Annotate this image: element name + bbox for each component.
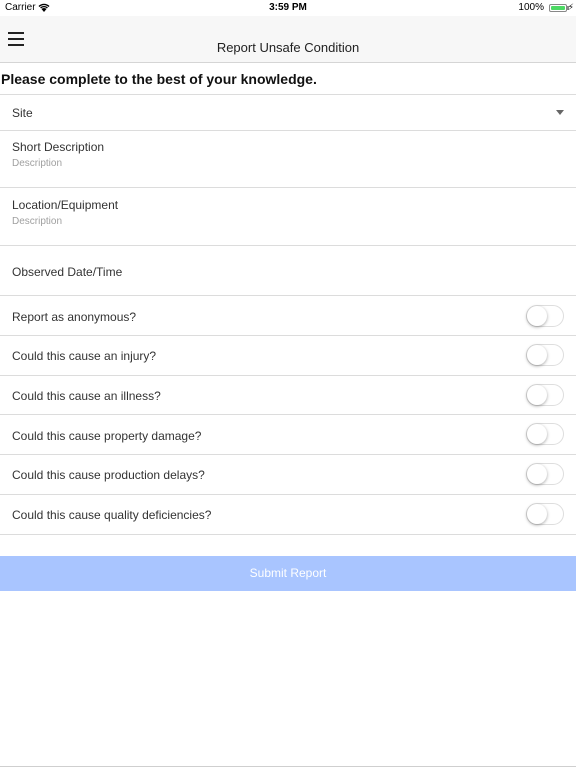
charging-bolt-icon: ⚡	[567, 2, 574, 12]
production-delays-toggle[interactable]	[526, 463, 564, 485]
battery-percentage: 100%	[518, 2, 544, 13]
site-select[interactable]: Site	[0, 95, 576, 131]
toggle-row-production-delays: Could this cause production delays?	[0, 455, 576, 495]
toggle-row-anonymous: Report as anonymous?	[0, 296, 576, 336]
toggle-row-quality-deficiencies: Could this cause quality deficiencies?	[0, 495, 576, 535]
toggle-row-injury: Could this cause an injury?	[0, 336, 576, 376]
illness-toggle[interactable]	[526, 384, 564, 406]
toggle-label: Report as anonymous?	[12, 310, 137, 324]
toggle-row-property-damage: Could this cause property damage?	[0, 415, 576, 455]
quality-deficiencies-toggle[interactable]	[526, 503, 564, 525]
caret-down-icon	[556, 110, 564, 115]
observed-datetime-label: Observed Date/Time	[12, 265, 123, 279]
submit-report-button[interactable]: Submit Report	[0, 556, 576, 591]
toggle-label: Could this cause production delays?	[12, 468, 205, 482]
toggle-label: Could this cause property damage?	[12, 429, 202, 443]
location-equipment-placeholder: Description	[12, 216, 63, 227]
location-equipment-field[interactable]: Location/Equipment Description	[0, 188, 576, 246]
toggle-label: Could this cause an illness?	[12, 389, 161, 403]
divider	[0, 766, 576, 767]
short-description-field[interactable]: Short Description Description	[0, 131, 576, 188]
site-label: Site	[12, 106, 33, 120]
battery-icon	[549, 4, 567, 12]
clock: 3:59 PM	[269, 2, 307, 13]
status-bar: Carrier 3:59 PM 100% ⚡	[0, 0, 576, 16]
navigation-bar: Report Unsafe Condition	[0, 16, 576, 63]
short-description-label: Short Description	[12, 140, 105, 154]
short-description-placeholder: Description	[12, 158, 63, 169]
anonymous-toggle[interactable]	[526, 305, 564, 327]
injury-toggle[interactable]	[526, 344, 564, 366]
page-title: Report Unsafe Condition	[216, 40, 360, 55]
toggle-label: Could this cause an injury?	[12, 349, 157, 363]
toggle-label: Could this cause quality deficiencies?	[12, 508, 212, 522]
toggle-row-illness: Could this cause an illness?	[0, 376, 576, 415]
form-instructions: Please complete to the best of your know…	[1, 71, 317, 87]
observed-datetime-field[interactable]: Observed Date/Time	[0, 246, 576, 296]
property-damage-toggle[interactable]	[526, 423, 564, 445]
location-equipment-label: Location/Equipment	[12, 198, 119, 212]
